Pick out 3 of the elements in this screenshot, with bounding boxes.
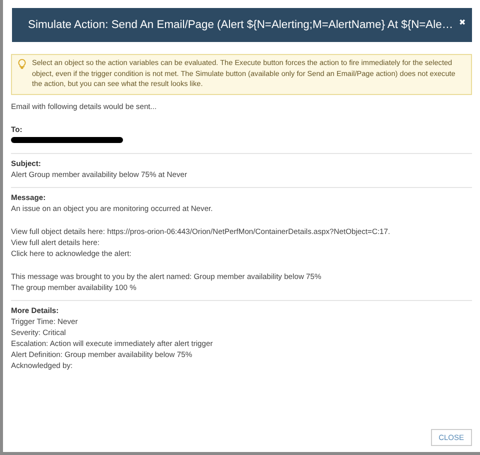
close-button[interactable]: ✖ bbox=[459, 18, 466, 27]
dialog-title: Simulate Action: Send An Email/Page (Alert ${N=Alerting;M=AlertName} At ${N=Ale… bbox=[28, 20, 454, 30]
lightbulb-icon bbox=[18, 59, 26, 69]
